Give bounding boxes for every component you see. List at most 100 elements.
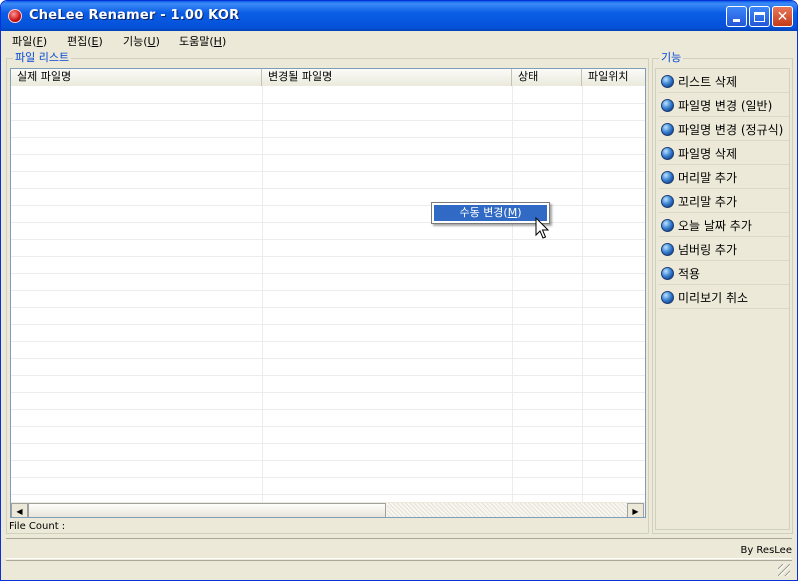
maximize-icon [754,11,765,22]
close-button[interactable]: ✕ [772,6,793,27]
arrow-right-icon: ▶ [632,506,639,516]
maximize-button[interactable] [749,6,770,27]
add-suffix-button[interactable]: 꼬리말 추가 [658,190,789,213]
globe-icon [661,122,674,136]
context-menu-item-accel: M [507,206,518,219]
status-bar: By ResLee [6,538,792,559]
globe-icon [661,74,674,88]
window-title: CheLee Renamer - 1.00 KOR [29,8,240,23]
row-gridline [11,324,645,325]
row-gridline [11,103,645,104]
row-gridline [11,188,645,189]
file-list-group: 파일 리스트 실제 파일명 변경될 파일명 상태 파일위치 ◀ ▶ File C… [6,51,649,534]
menu-help[interactable]: 도움말(H) [179,33,226,49]
arrow-left-icon: ◀ [16,506,23,516]
row-gridline [11,409,645,410]
list-rows[interactable] [11,86,645,502]
minimize-button[interactable] [726,6,747,27]
menu-edit-tail: ) [98,35,103,48]
file-list-group-label: 파일 리스트 [13,51,72,65]
function-button-label: 미리보기 취소 [678,290,749,305]
menu-edit-accel: E [91,35,99,48]
function-button-label: 넘버링 추가 [678,242,738,257]
row-gridline [11,392,645,393]
list-header: 실제 파일명 변경될 파일명 상태 파일위치 [11,69,645,86]
column-gridline [262,86,263,502]
column-header-original-name[interactable]: 실제 파일명 [11,69,262,86]
close-icon: ✕ [776,8,789,25]
credit-label: By ResLee [740,545,792,556]
globe-icon [661,266,674,280]
row-gridline [11,494,645,495]
function-panel: 리스트 삭제 파일명 변경 (일반) 파일명 변경 (정규식) 파일명 삭제 머… [655,68,790,530]
menu-function-tail: ) [155,35,160,48]
mouse-pointer-icon [535,217,549,239]
context-menu-item-manual-rename[interactable]: 수동 변경(M) [434,205,547,221]
globe-icon [661,218,674,232]
row-gridline [11,137,645,138]
column-header-status[interactable]: 상태 [512,69,582,86]
horizontal-scrollbar[interactable]: ◀ ▶ [11,502,645,517]
menu-help-tail: ) [221,35,227,48]
add-today-date-button[interactable]: 오늘 날짜 추가 [658,214,789,237]
app-window: CheLee Renamer - 1.00 KOR ✕ 파일(F) 편집(E) … [0,0,798,581]
menu-file-label: 파일( [12,35,37,48]
menu-function[interactable]: 기능(U) [123,33,160,49]
resize-grip-icon[interactable] [778,564,790,576]
row-gridline [11,171,645,172]
apply-button[interactable]: 적용 [658,262,789,285]
row-gridline [11,239,645,240]
row-gridline [11,154,645,155]
add-numbering-button[interactable]: 넘버링 추가 [658,238,789,261]
row-gridline [11,460,645,461]
menu-edit-label: 편집( [67,35,92,48]
menu-help-label: 도움말( [179,35,214,48]
row-gridline [11,426,645,427]
scroll-track[interactable] [387,503,627,517]
context-menu-item-tail: ) [517,206,522,219]
function-button-label: 오늘 날짜 추가 [678,218,752,233]
title-bar[interactable]: CheLee Renamer - 1.00 KOR ✕ [1,1,797,31]
function-button-label: 파일명 삭제 [678,146,738,161]
menu-function-label: 기능( [123,35,148,48]
function-button-label: 파일명 변경 (일반) [678,98,773,113]
globe-icon [661,146,674,160]
rename-normal-button[interactable]: 파일명 변경 (일반) [658,94,789,117]
minimize-icon [733,19,740,22]
menu-file[interactable]: 파일(F) [12,33,47,49]
function-button-label: 파일명 변경 (정규식) [678,122,784,137]
row-gridline [11,256,645,257]
delete-filename-button[interactable]: 파일명 삭제 [658,142,789,165]
file-count-label: File Count : [9,521,66,532]
scroll-left-button[interactable]: ◀ [11,503,28,517]
menu-bar: 파일(F) 편집(E) 기능(U) 도움말(H) [1,31,797,49]
menu-edit[interactable]: 편집(E) [67,33,103,49]
app-heart-icon[interactable] [8,9,22,23]
menu-function-accel: U [147,35,156,48]
status-bar-secondary [6,560,792,578]
function-group-label: 기능 [659,51,684,65]
file-list-view[interactable]: 실제 파일명 변경될 파일명 상태 파일위치 ◀ ▶ [10,68,646,518]
globe-icon [661,290,674,304]
row-gridline [11,290,645,291]
column-header-new-name[interactable]: 변경될 파일명 [262,69,512,86]
delete-list-button[interactable]: 리스트 삭제 [658,70,789,93]
row-gridline [11,222,645,223]
globe-icon [661,98,674,112]
scroll-right-button[interactable]: ▶ [627,503,644,517]
column-header-location[interactable]: 파일위치 [582,69,645,86]
context-menu: 수동 변경(M) [431,202,550,224]
row-gridline [11,375,645,376]
scroll-thumb[interactable] [28,503,386,517]
row-gridline [11,358,645,359]
globe-icon [661,194,674,208]
menu-help-accel: H [213,35,222,48]
menu-file-tail: ) [42,35,48,48]
row-gridline [11,120,645,121]
rename-regex-button[interactable]: 파일명 변경 (정규식) [658,118,789,141]
function-button-label: 적용 [678,266,701,281]
function-button-label: 머리말 추가 [678,170,738,185]
context-menu-item-label: 수동 변경( [459,206,508,219]
add-prefix-button[interactable]: 머리말 추가 [658,166,789,189]
cancel-preview-button[interactable]: 미리보기 취소 [658,286,789,309]
